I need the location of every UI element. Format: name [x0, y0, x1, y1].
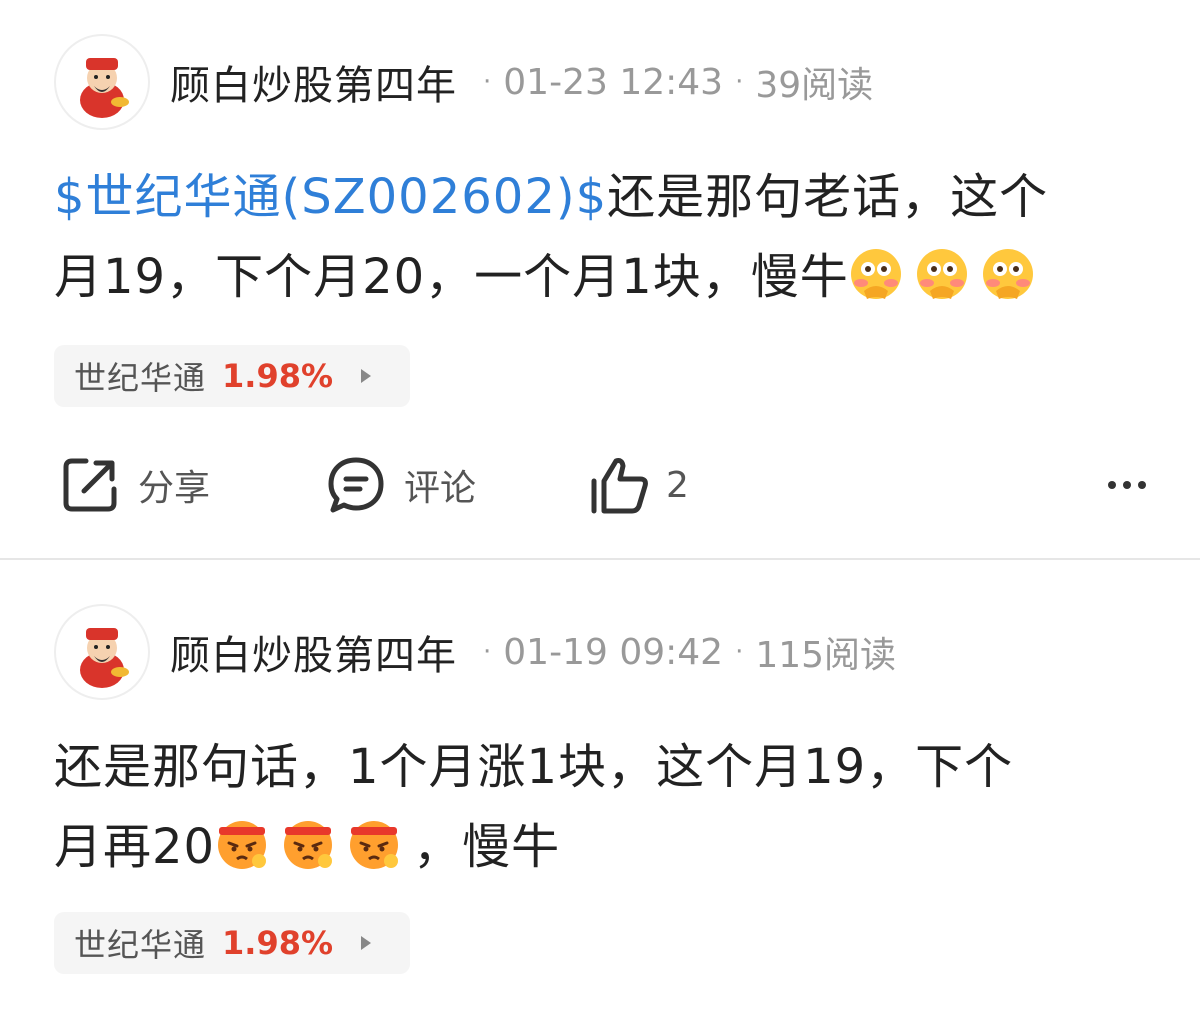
content-line: 月19，下个月20，一个月1块，慢牛 — [54, 237, 1154, 317]
author-name[interactable]: 顾白炒股第四年 — [170, 623, 457, 681]
flushed-hand-emoji-icon — [916, 249, 967, 299]
author-row: 顾白炒股第四年 · 01-23 12:43 · 39阅读 — [54, 33, 873, 131]
comment-icon — [328, 457, 384, 513]
thumbs-up-icon — [591, 458, 648, 514]
content-line: $世纪华通(SZ002602)$还是那句老话，这个 — [54, 157, 1154, 237]
meta-separator: · — [735, 637, 744, 667]
stock-chip-name: 世纪华通 — [74, 926, 207, 964]
stock-link[interactable]: $世纪华通(SZ002602)$ — [54, 169, 607, 225]
more-dots-icon — [1108, 452, 1146, 518]
share-button[interactable]: 分享 — [60, 452, 210, 518]
share-label: 分享 — [138, 468, 211, 509]
chevron-right-icon — [361, 936, 372, 950]
content-text: ，慢牛 — [413, 819, 561, 875]
post-card: 顾白炒股第四年 · 01-19 09:42 · 115阅读 还是那句话，1个月涨… — [0, 560, 1200, 1009]
stock-chip-change: 1.98% — [222, 924, 334, 962]
like-button[interactable]: 2 — [588, 452, 689, 518]
like-count: 2 — [666, 464, 689, 506]
action-bar: 分享 评论 2 — [56, 452, 1146, 518]
comment-button[interactable]: 评论 — [326, 452, 476, 518]
content-line: 月再20 ，慢牛 — [54, 807, 1154, 887]
author-name[interactable]: 顾白炒股第四年 — [170, 53, 457, 111]
angry-headband-emoji-icon — [284, 821, 333, 869]
meta-separator: · — [483, 67, 492, 97]
comment-label: 评论 — [404, 468, 477, 509]
fortune-god-avatar-icon — [80, 628, 129, 688]
post-meta: · 01-23 12:43 · 39阅读 — [471, 56, 873, 108]
avatar[interactable] — [54, 34, 150, 130]
content-text: 还是那句话，1个月涨1块，这个月19，下个 — [54, 739, 1014, 795]
stock-chip[interactable]: 世纪华通 1.98% — [54, 345, 410, 407]
content-line: 还是那句话，1个月涨1块，这个月19，下个 — [54, 727, 1154, 807]
post-date: 01-23 12:43 — [503, 61, 724, 103]
share-icon — [63, 458, 117, 512]
content-text: 月再20 — [54, 819, 216, 875]
read-count: 115阅读 — [755, 635, 897, 676]
meta-separator: · — [483, 637, 492, 667]
stock-chip[interactable]: 世纪华通 1.98% — [54, 912, 410, 974]
post-content: 还是那句话，1个月涨1块，这个月19，下个 月再20 ，慢牛 — [54, 727, 1154, 887]
post-card: 顾白炒股第四年 · 01-23 12:43 · 39阅读 $世纪华通(SZ002… — [0, 0, 1200, 558]
author-row: 顾白炒股第四年 · 01-19 09:42 · 115阅读 — [54, 603, 896, 701]
read-count: 39阅读 — [755, 65, 874, 106]
post-content: $世纪华通(SZ002602)$还是那句老话，这个 月19，下个月20，一个月1… — [54, 157, 1154, 317]
content-text: 月19，下个月20，一个月1块，慢牛 — [54, 249, 849, 305]
angry-headband-emoji-icon — [218, 821, 267, 869]
avatar[interactable] — [54, 604, 150, 700]
fortune-god-avatar-icon — [80, 58, 129, 118]
stock-chip-change: 1.98% — [222, 357, 334, 395]
flushed-hand-emoji-icon — [982, 249, 1033, 299]
stock-chip-name: 世纪华通 — [74, 359, 207, 397]
content-text: 还是那句老话，这个 — [607, 169, 1049, 225]
meta-separator: · — [735, 67, 744, 97]
post-date: 01-19 09:42 — [503, 631, 724, 673]
flushed-hand-emoji-icon — [850, 249, 901, 299]
angry-headband-emoji-icon — [350, 821, 399, 869]
chevron-right-icon — [361, 369, 372, 383]
more-options-button[interactable] — [1108, 452, 1146, 518]
post-meta: · 01-19 09:42 · 115阅读 — [471, 626, 896, 678]
